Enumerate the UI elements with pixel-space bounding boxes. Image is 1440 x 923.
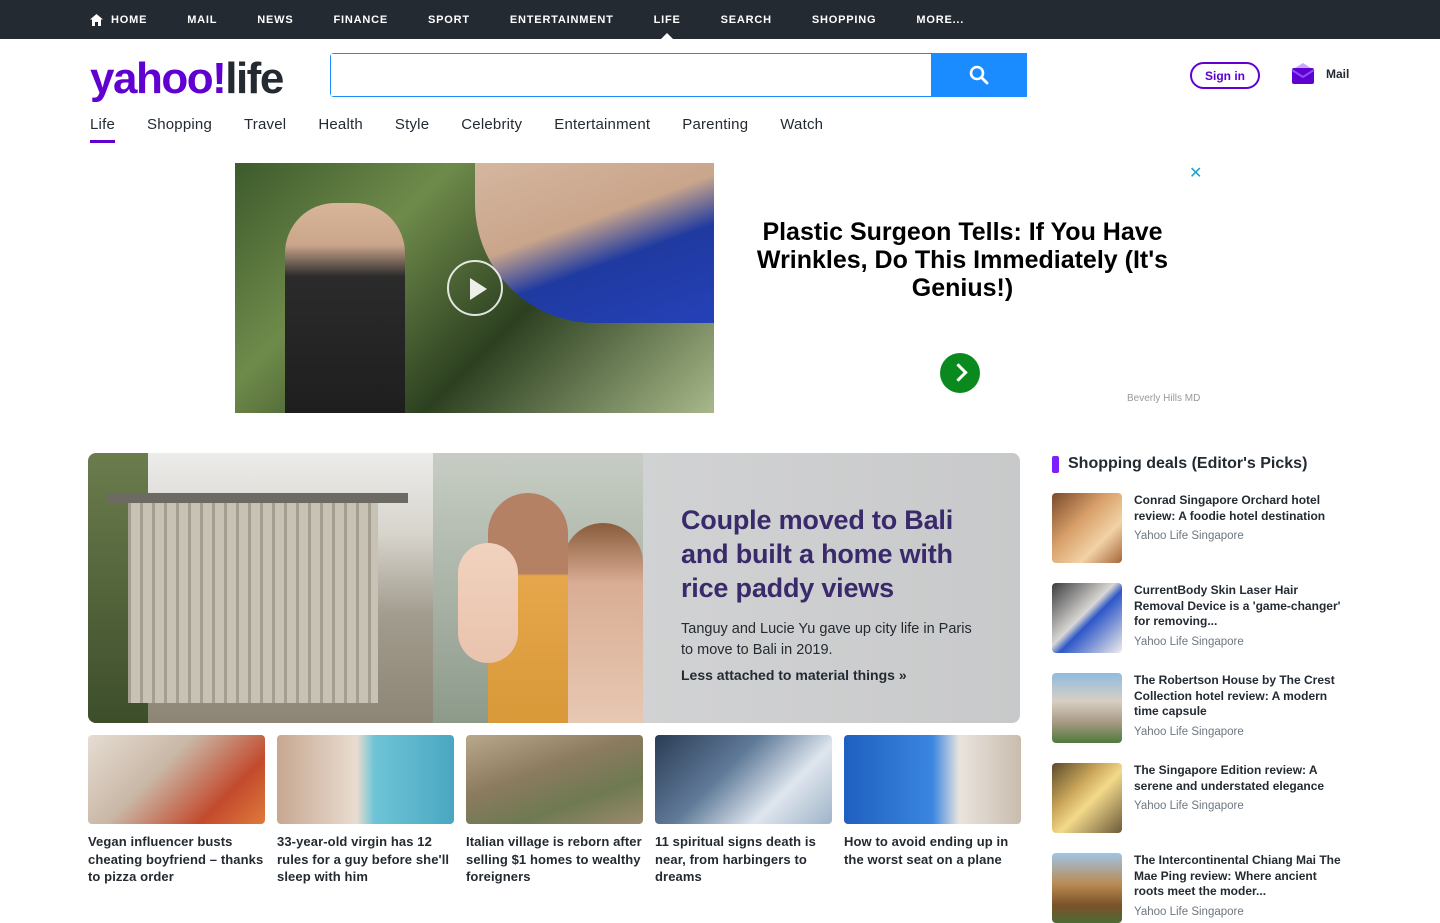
deal-text: The Singapore Edition review: A serene a… [1134, 763, 1349, 833]
story-title[interactable]: 11 spiritual signs death is near, from h… [655, 833, 832, 886]
deal-text: CurrentBody Skin Laser Hair Removal Devi… [1134, 583, 1349, 653]
shopping-deals-sidebar: Shopping deals (Editor's Picks) Conrad S… [1052, 455, 1352, 923]
sidebar-heading-text: Shopping deals (Editor's Picks) [1068, 455, 1308, 472]
section-nav-parenting[interactable]: Parenting [682, 116, 748, 141]
story-title[interactable]: How to avoid ending up in the worst seat… [844, 833, 1021, 868]
ad-sponsor: Beverly Hills MD [1127, 393, 1201, 404]
top-nav-sport[interactable]: SPORT [428, 0, 470, 39]
story-card[interactable]: Italian village is reborn after selling … [466, 735, 643, 886]
deal-text: The Robertson House by The Crest Collect… [1134, 673, 1349, 743]
story-title[interactable]: 33-year-old virgin has 12 rules for a gu… [277, 833, 454, 886]
story-card[interactable]: Vegan influencer busts cheating boyfrien… [88, 735, 265, 886]
top-nav-shopping[interactable]: SHOPPING [812, 0, 876, 39]
top-nav-mail[interactable]: MAIL [187, 0, 217, 39]
story-card[interactable]: How to avoid ending up in the worst seat… [844, 735, 1021, 886]
sign-in-button[interactable]: Sign in [1190, 62, 1260, 89]
deal-text: The Intercontinental Chiang Mai The Mae … [1134, 853, 1349, 923]
story-card[interactable]: 33-year-old virgin has 12 rules for a gu… [277, 735, 454, 886]
ad-headline[interactable]: Plastic Surgeon Tells: If You Have Wrink… [735, 218, 1190, 302]
ad-cta-arrow-icon[interactable] [940, 353, 980, 393]
deal-source: Yahoo Life Singapore [1134, 530, 1244, 542]
deal-thumbnail[interactable] [1052, 673, 1122, 743]
deal-item[interactable]: CurrentBody Skin Laser Hair Removal Devi… [1052, 583, 1352, 653]
section-nav-shopping[interactable]: Shopping [147, 116, 212, 141]
section-nav-travel[interactable]: Travel [244, 116, 286, 141]
hero-image-woman [563, 523, 643, 723]
hero-text: Couple moved to Bali and built a home wi… [681, 503, 981, 683]
section-nav-life[interactable]: Life [90, 116, 115, 143]
ad-image-arm [475, 163, 714, 323]
hero-image-roof [108, 493, 408, 503]
hero-summary: Tanguy and Lucie Yu gave up city life in… [681, 621, 972, 658]
mail-icon [1291, 63, 1315, 84]
deal-source: Yahoo Life Singapore [1134, 725, 1244, 738]
deal-thumbnail[interactable] [1052, 583, 1122, 653]
deal-thumbnail[interactable] [1052, 853, 1122, 923]
top-nav-home[interactable]: HOME [90, 0, 147, 39]
story-title[interactable]: Vegan influencer busts cheating boyfrien… [88, 833, 265, 886]
story-card[interactable]: 11 spiritual signs death is near, from h… [655, 735, 832, 886]
hero-image-family [433, 453, 643, 723]
top-nav-more[interactable]: MORE... [916, 0, 964, 39]
yahoo-life-logo[interactable]: yahoo!life [90, 57, 284, 101]
deal-title[interactable]: Conrad Singapore Orchard hotel review: A… [1134, 493, 1349, 524]
play-icon[interactable] [447, 260, 503, 316]
mail-link[interactable]: Mail [1291, 62, 1349, 86]
ad-banner[interactable]: ✕ Plastic Surgeon Tells: If You Have Wri… [235, 163, 1205, 413]
mail-label: Mail [1326, 67, 1350, 81]
story-thumbnail[interactable] [466, 735, 643, 824]
deal-title[interactable]: The Intercontinental Chiang Mai The Mae … [1134, 853, 1349, 900]
hero-read-more-link[interactable]: Less attached to material things » [681, 667, 981, 683]
story-grid: Vegan influencer busts cheating boyfrien… [88, 735, 1021, 886]
home-icon [90, 13, 103, 26]
story-thumbnail[interactable] [277, 735, 454, 824]
search-box [330, 53, 1027, 97]
deal-source: Yahoo Life Singapore [1134, 635, 1244, 648]
story-thumbnail[interactable] [844, 735, 1021, 824]
top-nav-finance[interactable]: FINANCE [334, 0, 389, 39]
section-nav-watch[interactable]: Watch [780, 116, 823, 141]
story-thumbnail[interactable] [88, 735, 265, 824]
deal-item[interactable]: The Singapore Edition review: A serene a… [1052, 763, 1352, 833]
ad-image-person [285, 203, 405, 413]
deal-thumbnail[interactable] [1052, 763, 1122, 833]
deal-thumbnail[interactable] [1052, 493, 1122, 563]
top-nav-news[interactable]: NEWS [257, 0, 293, 39]
top-nav-search[interactable]: SEARCH [721, 0, 772, 39]
search-icon [969, 65, 989, 85]
top-nav-entertainment[interactable]: ENTERTAINMENT [510, 0, 614, 39]
deal-title[interactable]: The Singapore Edition review: A serene a… [1134, 763, 1349, 794]
story-thumbnail[interactable] [655, 735, 832, 824]
section-nav-entertainment[interactable]: Entertainment [554, 116, 650, 141]
ad-close-icon[interactable]: ✕ [1189, 163, 1202, 183]
hero-image-wall [128, 503, 378, 703]
section-nav: Life Shopping Travel Health Style Celebr… [90, 116, 855, 143]
top-nav-label: HOME [111, 13, 148, 26]
deal-title[interactable]: The Robertson House by The Crest Collect… [1134, 673, 1349, 720]
hero-image-baby [458, 543, 518, 663]
deal-source: Yahoo Life Singapore [1134, 905, 1244, 918]
search-button[interactable] [931, 53, 1027, 97]
deal-item[interactable]: The Robertson House by The Crest Collect… [1052, 673, 1352, 743]
section-nav-health[interactable]: Health [318, 116, 363, 141]
top-navigation-bar: HOME MAIL NEWS FINANCE SPORT ENTERTAINME… [0, 0, 1440, 39]
deal-title[interactable]: CurrentBody Skin Laser Hair Removal Devi… [1134, 583, 1349, 630]
deal-source: Yahoo Life Singapore [1134, 800, 1244, 812]
deal-text: Conrad Singapore Orchard hotel review: A… [1134, 493, 1349, 563]
deal-item[interactable]: The Intercontinental Chiang Mai The Mae … [1052, 853, 1352, 923]
hero-image-house [88, 453, 433, 723]
hero-title[interactable]: Couple moved to Bali and built a home wi… [681, 503, 981, 605]
hero-story[interactable]: Couple moved to Bali and built a home wi… [88, 453, 1020, 723]
top-nav-life[interactable]: LIFE [654, 0, 681, 39]
section-nav-style[interactable]: Style [395, 116, 429, 141]
heading-accent-bar [1052, 455, 1059, 473]
sidebar-heading: Shopping deals (Editor's Picks) [1052, 455, 1352, 473]
section-nav-celebrity[interactable]: Celebrity [461, 116, 522, 141]
deal-item[interactable]: Conrad Singapore Orchard hotel review: A… [1052, 493, 1352, 563]
search-input[interactable] [331, 54, 931, 96]
ad-video-thumbnail[interactable] [235, 163, 714, 413]
top-nav: HOME MAIL NEWS FINANCE SPORT ENTERTAINME… [90, 0, 1004, 39]
story-title[interactable]: Italian village is reborn after selling … [466, 833, 643, 886]
